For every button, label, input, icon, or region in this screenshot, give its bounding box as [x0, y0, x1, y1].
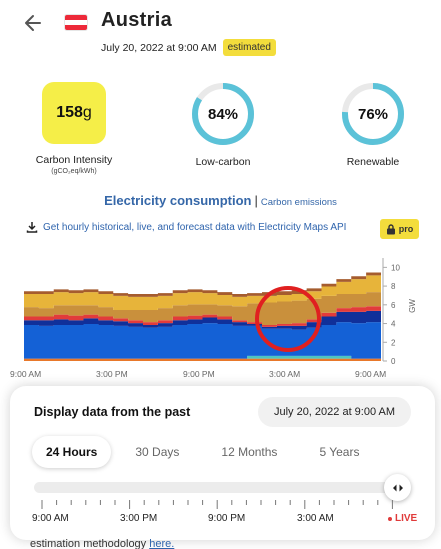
tab-carbon-emissions[interactable]: Carbon emissions — [261, 197, 337, 208]
y-axis-label: GW — [408, 299, 417, 313]
austria-flag-icon — [64, 14, 88, 31]
pro-badge-label: pro — [398, 224, 414, 234]
panel-title: Display data from the past — [34, 405, 191, 419]
range-12-months[interactable]: 12 Months — [207, 436, 291, 468]
footer-methodology: estimation methodology here. — [30, 538, 174, 549]
x-tick-label: 9:00 AM — [10, 369, 42, 379]
renewable-metric: 76% Renewable — [313, 82, 433, 168]
time-slider-handle[interactable] — [384, 474, 411, 501]
renewable-value: 76% — [357, 105, 389, 123]
y-tick-label: 10 — [391, 263, 400, 272]
carbon-intensity-square: 158 g — [42, 82, 106, 144]
tab-electricity-consumption[interactable]: Electricity consumption — [104, 193, 251, 208]
renewable-label: Renewable — [346, 156, 400, 168]
carbon-intensity-unit-label: (gCO₂eq/kWh) — [51, 168, 97, 175]
datetime-row: July 20, 2022 at 9:00 AM estimated — [101, 39, 276, 56]
chart-area-layer-2 — [24, 322, 381, 359]
y-tick-label: 6 — [391, 301, 396, 310]
pro-badge[interactable]: pro — [380, 219, 419, 239]
chart-area-layer-0 — [24, 358, 381, 361]
range-selector: 24 Hours 30 Days 12 Months 5 Years — [32, 436, 387, 468]
chart-tabs: Electricity consumption | Carbon emissio… — [0, 193, 441, 208]
x-tick-label: 9:00 AM — [355, 369, 387, 379]
y-tick-label: 0 — [391, 357, 396, 366]
x-tick-label: 9:00 PM — [183, 369, 215, 379]
low-carbon-value: 84% — [207, 105, 239, 123]
date-picker-button[interactable]: July 20, 2022 at 9:00 AM — [258, 397, 411, 427]
country-title: Austria — [101, 9, 173, 31]
time-controller-panel: Display data from the past July 20, 2022… — [10, 386, 435, 540]
slider-tick-marks — [41, 500, 393, 509]
datetime-text: July 20, 2022 at 9:00 AM — [101, 41, 217, 54]
range-30-days[interactable]: 30 Days — [121, 436, 193, 468]
api-promo: Get hourly historical, live, and forecas… — [26, 221, 346, 233]
lock-icon — [386, 223, 395, 234]
slider-label-9pm: 9:00 PM — [208, 513, 246, 524]
y-tick-label: 2 — [391, 338, 396, 347]
methodology-link[interactable]: here. — [149, 538, 174, 549]
x-tick-label: 3:00 AM — [269, 369, 301, 379]
footer-text: estimation methodology — [30, 538, 150, 549]
live-label: LIVE — [395, 513, 418, 524]
carbon-intensity-value: 158 — [56, 104, 83, 121]
y-tick-label: 4 — [391, 320, 396, 329]
low-carbon-metric: 84% Low-carbon — [163, 82, 283, 168]
range-5-years[interactable]: 5 Years — [305, 436, 373, 468]
download-icon — [26, 222, 38, 233]
renewable-ring: 76% — [341, 82, 405, 146]
x-tick-label: 3:00 PM — [96, 369, 128, 379]
estimated-badge: estimated — [222, 39, 276, 56]
live-indicator[interactable]: LIVE — [388, 513, 417, 524]
slider-label-3am: 3:00 AM — [297, 513, 334, 524]
live-dot-icon — [388, 516, 392, 521]
header: Austria July 20, 2022 at 9:00 AM estimat… — [0, 0, 441, 60]
carbon-intensity-metric: 158 g Carbon Intensity (gCO₂eq/kWh) — [14, 82, 134, 175]
chevrons-left-right-icon — [392, 484, 403, 491]
slider-label-3pm: 3:00 PM — [120, 513, 158, 524]
back-arrow-icon[interactable] — [20, 10, 46, 36]
carbon-intensity-unit: g — [82, 104, 92, 121]
range-24-hours[interactable]: 24 Hours — [32, 436, 112, 468]
slider-label-9am: 9:00 AM — [32, 513, 69, 524]
time-slider-track[interactable] — [34, 482, 400, 493]
low-carbon-ring: 84% — [191, 82, 255, 146]
consumption-chart: 0 2 4 6 8 10 GW — [0, 250, 441, 385]
y-tick-label: 8 — [391, 282, 396, 291]
api-promo-link[interactable]: Get hourly historical, live, and forecas… — [43, 222, 346, 233]
carbon-intensity-label: Carbon Intensity — [35, 154, 113, 166]
consumption-chart-svg: 0 2 4 6 8 10 GW — [24, 258, 417, 366]
tab-separator: | — [254, 193, 258, 208]
low-carbon-label: Low-carbon — [195, 156, 251, 168]
